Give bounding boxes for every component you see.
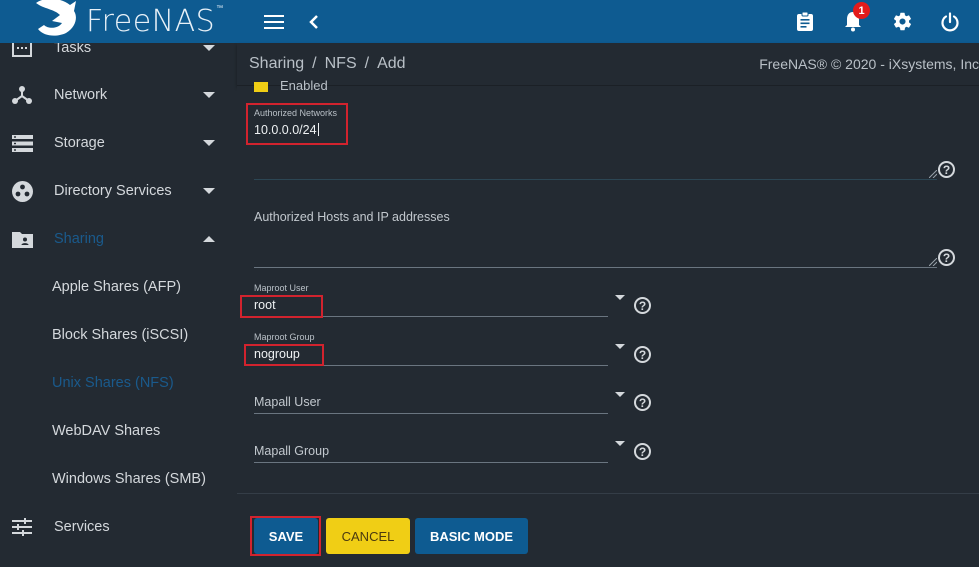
sidebar-item-label: Network [54,87,108,103]
shared-folder-icon [11,228,33,250]
basic-mode-button[interactable]: BASIC MODE [415,518,528,554]
sidebar-subitem-label: WebDAV Shares [52,423,161,439]
authorized-hosts-input[interactable]: Authorized Hosts and IP addresses [254,210,450,224]
sidebar-item-label: Directory Services [54,183,172,199]
top-bar: FreeNAS™ 1 [0,0,979,43]
sidebar-item-network[interactable]: Network [0,71,237,119]
mapall-user-select[interactable]: Mapall User [254,395,321,409]
breadcrumb: Sharing / NFS / Add [249,55,406,72]
freenas-logo[interactable]: FreeNAS™ [30,0,224,43]
highlight-box [246,103,348,145]
mapall-user-help-icon[interactable]: ? [634,394,651,411]
calendar-icon [11,43,33,59]
sidebar-subitem-webdav[interactable]: WebDAV Shares [0,407,237,455]
mapall-user-underline [254,413,608,414]
authorized-hosts-help-icon[interactable]: ? [938,249,955,266]
breadcrumb-add: Add [377,55,406,72]
sidebar-subitem-iscsi[interactable]: Block Shares (iSCSI) [0,311,237,359]
highlight-box [250,516,321,556]
authorized-networks-help-icon[interactable]: ? [938,161,955,178]
app-name: FreeNAS™ [86,4,224,39]
sidebar-item-label: Sharing [54,231,104,247]
task-manager-button[interactable] [790,0,820,43]
maproot-user-label: Maproot User [254,283,309,293]
authorized-hosts-underline [254,267,937,268]
copyright-text: FreeNAS® © 2020 - iXsystems, Inc [759,56,979,72]
breadcrumb-nfs[interactable]: NFS [325,55,357,72]
enabled-checkbox-row[interactable]: Enabled [254,77,328,93]
maproot-group-help-icon[interactable]: ? [634,346,651,363]
clipboard-icon [797,11,813,31]
enabled-label: Enabled [280,77,328,93]
sidebar-subitem-label: Windows Shares (SMB) [52,471,206,487]
storage-icon [11,132,33,154]
sidebar-item-storage[interactable]: Storage [0,119,237,167]
sidebar: Tasks Network Storage Directory Services… [0,43,237,567]
maproot-group-label: Maproot Group [254,332,315,342]
sidebar-subitem-label: Apple Shares (AFP) [52,279,181,295]
shark-logo-icon [36,0,76,36]
form-divider [237,493,979,494]
notification-badge: 1 [853,2,870,19]
sidebar-item-tasks[interactable]: Tasks [0,43,237,72]
caret-up-icon [203,236,215,242]
highlight-box [240,295,323,318]
maproot-user-help-icon[interactable]: ? [634,297,651,314]
caret-down-icon[interactable] [615,441,625,446]
power-button[interactable] [935,0,965,43]
sidebar-item-label: Storage [54,135,105,151]
sidebar-subitem-nfs[interactable]: Unix Shares (NFS) [0,359,237,407]
network-icon [11,84,33,106]
sidebar-item-services[interactable]: Services [0,503,237,551]
menu-toggle-button[interactable] [262,0,286,43]
sliders-icon [11,516,33,538]
hamburger-icon [264,14,284,29]
chevron-left-icon [309,14,318,29]
caret-down-icon[interactable] [615,344,625,349]
mapall-group-help-icon[interactable]: ? [634,443,651,460]
sidebar-subitem-smb[interactable]: Windows Shares (SMB) [0,455,237,503]
highlight-box [244,344,324,366]
breadcrumb-sharing[interactable]: Sharing [249,55,304,72]
cancel-button[interactable]: CANCEL [326,518,410,554]
sidebar-subitem-afp[interactable]: Apple Shares (AFP) [0,263,237,311]
caret-down-icon [203,140,215,146]
caret-down-icon [203,92,215,98]
caret-down-icon[interactable] [615,392,625,397]
resize-handle-icon[interactable] [929,170,937,178]
power-icon [941,11,959,31]
enabled-checkbox[interactable] [254,82,268,92]
caret-down-icon [203,188,215,194]
collapse-sidebar-button[interactable] [305,0,323,43]
sidebar-item-directory-services[interactable]: Directory Services [0,167,237,215]
resize-handle-icon[interactable] [929,258,937,266]
sidebar-subitem-label: Unix Shares (NFS) [52,375,174,391]
caret-down-icon[interactable] [615,295,625,300]
settings-button[interactable] [887,0,917,43]
nfs-add-form: Enabled Authorized Networks 10.0.0.0/24 … [237,78,979,567]
sidebar-item-label: Tasks [54,43,92,56]
sidebar-subitem-label: Block Shares (iSCSI) [52,327,189,343]
authorized-networks-underline [254,179,937,180]
notifications-button[interactable]: 1 [838,0,870,43]
mapall-group-underline [254,462,608,463]
breadcrumb-bar: Sharing / NFS / Add FreeNAS® © 2020 - iXsyst… [237,43,979,86]
caret-down-icon [203,45,215,51]
gear-icon [893,12,911,31]
mapall-group-select[interactable]: Mapall Group [254,444,329,458]
sidebar-item-label: Services [54,519,110,535]
directory-icon [11,180,33,202]
sidebar-item-sharing[interactable]: Sharing [0,215,237,263]
